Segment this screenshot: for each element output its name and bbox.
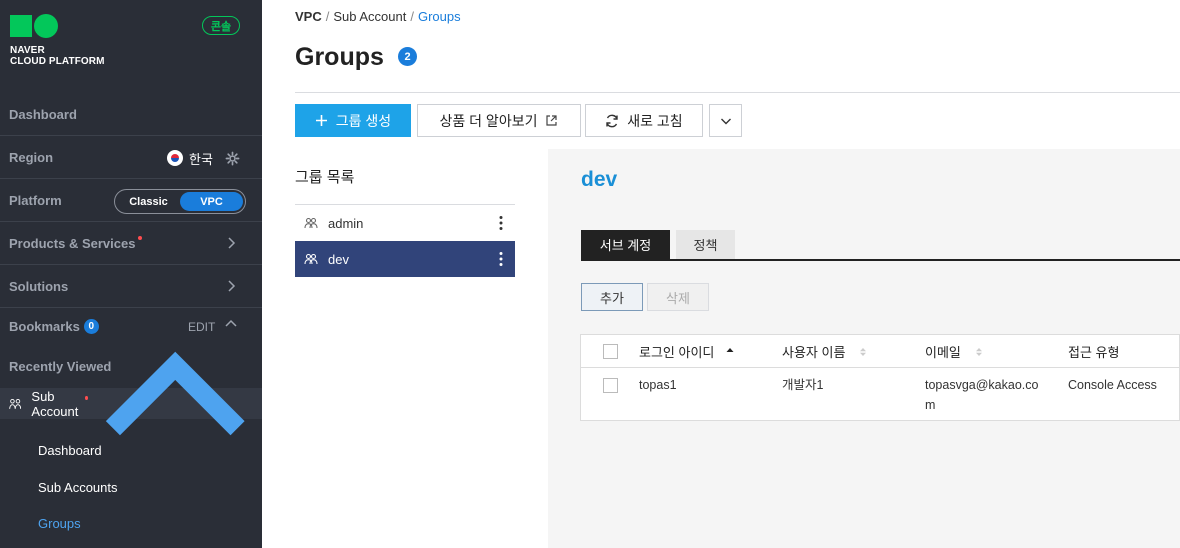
- region-selector[interactable]: 한국: [167, 137, 240, 179]
- logo-mark: [10, 14, 105, 38]
- console-button[interactable]: 콘솔: [202, 16, 240, 35]
- logo-line1: NAVER: [10, 45, 45, 56]
- refresh-icon: [606, 114, 618, 127]
- korea-flag-icon: [167, 150, 183, 166]
- group-detail-title: dev: [581, 168, 618, 191]
- platform-toggle[interactable]: Classic VPC: [114, 189, 246, 214]
- table-header: 로그인 아이디 사용자 이름 이메일 접근 유형: [581, 335, 1179, 368]
- group-item-label: admin: [328, 215, 364, 231]
- sidebar-item-region: Region 한국: [0, 137, 262, 179]
- chevron-down-icon: [720, 118, 731, 124]
- more-options-icon[interactable]: [499, 215, 503, 231]
- sidebar-subitem-groups[interactable]: Groups: [38, 516, 81, 531]
- sort-icon: [860, 347, 867, 356]
- more-options-icon[interactable]: [499, 251, 503, 267]
- sidebar-item-solutions[interactable]: Solutions: [0, 266, 262, 308]
- sidebar-item-label: Bookmarks: [9, 319, 80, 334]
- sidebar-item-label: Dashboard: [9, 107, 77, 122]
- more-dropdown-button[interactable]: [709, 104, 742, 137]
- page-title: Groups: [295, 43, 384, 71]
- tab-sub-accounts[interactable]: 서브 계정: [581, 230, 670, 259]
- group-icon: [304, 217, 318, 229]
- group-item-admin[interactable]: admin: [295, 205, 515, 241]
- sidebar-item-products[interactable]: Products & Services: [0, 223, 262, 265]
- group-item-dev[interactable]: dev: [295, 241, 515, 277]
- column-header-user-name[interactable]: 사용자 이름: [782, 335, 867, 368]
- external-link-icon: [546, 115, 558, 126]
- refresh-button[interactable]: 새로 고침: [585, 104, 703, 137]
- breadcrumb-item-groups: Groups: [417, 9, 461, 24]
- create-group-button[interactable]: 그룹 생성: [295, 104, 411, 137]
- cell-login-id: topas1: [639, 378, 677, 392]
- group-list-title: 그룹 목록: [295, 169, 355, 186]
- sidebar-item-platform: Platform Classic VPC: [0, 180, 262, 222]
- chevron-right-icon: [228, 237, 236, 249]
- group-item-label: dev: [328, 251, 349, 267]
- delete-button[interactable]: 삭제: [647, 283, 709, 311]
- sidebar-subitem-dashboard[interactable]: Dashboard: [38, 443, 102, 458]
- tab-underline: [581, 259, 1180, 261]
- column-header-access-type[interactable]: 접근 유형: [1068, 335, 1119, 368]
- chevron-right-icon: [228, 280, 236, 292]
- breadcrumb-item-sub-account[interactable]: Sub Account: [333, 9, 406, 24]
- platform-option-classic[interactable]: Classic: [117, 192, 180, 211]
- group-icon: [304, 253, 318, 265]
- region-value: 한국: [189, 151, 213, 167]
- sort-asc-icon: [726, 347, 734, 356]
- cell-user-name: 개발자1: [782, 378, 824, 392]
- gear-icon[interactable]: [225, 151, 240, 166]
- breadcrumb-item-vpc[interactable]: VPC: [295, 9, 322, 24]
- sidebar-item-sub-account[interactable]: Sub Account: [0, 352, 262, 436]
- column-header-email[interactable]: 이메일: [925, 335, 983, 368]
- naver-cloud-logo[interactable]: NAVER CLOUD PLATFORM: [10, 14, 105, 67]
- divider: [295, 92, 1180, 93]
- sidebar-item-label: Products & Services: [9, 236, 136, 251]
- cell-email: topasvga@kakao.co m: [925, 378, 1039, 412]
- cell-access-type: Console Access: [1068, 378, 1157, 392]
- sidebar-item-label: Sub Account: [31, 388, 79, 419]
- row-checkbox[interactable]: [603, 378, 618, 393]
- sidebar: NAVER CLOUD PLATFORM 콘솔 Dashboard Region…: [0, 0, 262, 548]
- plus-icon: [315, 115, 327, 126]
- users-icon: [9, 398, 22, 409]
- sort-icon: [975, 347, 982, 356]
- platform-label: Platform: [9, 193, 62, 208]
- tab-policies[interactable]: 정책: [676, 230, 735, 259]
- sidebar-item-label: Solutions: [9, 279, 69, 294]
- sidebar-subitem-sub-accounts[interactable]: Sub Accounts: [38, 480, 118, 495]
- learn-more-button[interactable]: 상품 더 알아보기: [417, 104, 581, 137]
- select-all-checkbox[interactable]: [603, 344, 618, 359]
- chevron-up-icon[interactable]: [88, 316, 262, 490]
- sidebar-item-dashboard[interactable]: Dashboard: [0, 94, 262, 136]
- breadcrumb: VPC / Sub Account / Groups: [295, 9, 461, 24]
- new-indicator-dot: [84, 395, 88, 400]
- region-label: Region: [9, 150, 54, 165]
- column-header-login-id[interactable]: 로그인 아이디: [639, 335, 734, 368]
- new-indicator-dot: [138, 235, 143, 240]
- add-button[interactable]: 추가: [581, 283, 643, 311]
- sub-accounts-table: 로그인 아이디 사용자 이름 이메일 접근 유형 topas1 개발자1 top…: [580, 334, 1180, 421]
- logo-line2: CLOUD PLATFORM: [10, 56, 105, 67]
- platform-option-vpc[interactable]: VPC: [180, 192, 243, 211]
- group-count-badge: 2: [398, 47, 417, 66]
